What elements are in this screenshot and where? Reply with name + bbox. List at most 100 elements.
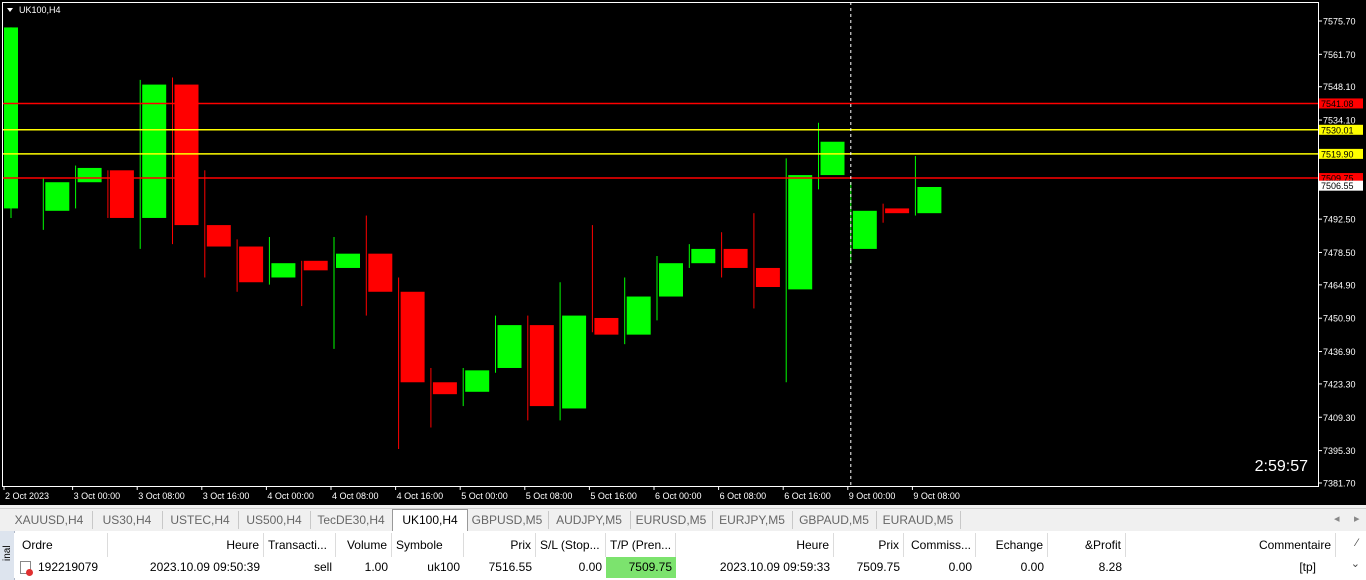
time-axis-label: 9 Oct 08:00 xyxy=(913,491,960,501)
col-header-comment[interactable]: Commentaire xyxy=(1126,533,1336,558)
tab-tecde30-h4[interactable]: TecDE30,H4 xyxy=(310,511,393,529)
price-axis-label: 7423.30 xyxy=(1323,379,1356,389)
candle-body xyxy=(206,225,231,247)
col-header-close-price[interactable]: Prix xyxy=(834,533,904,558)
price-axis-label: 7561.70 xyxy=(1323,50,1356,60)
history-header: Ordre Heure Transacti... Volume Symbole Prix S… xyxy=(14,533,1366,558)
cell-volume: 1.00 xyxy=(364,560,388,574)
candle-body xyxy=(626,296,651,335)
tab-us500-h4[interactable]: US500,H4 xyxy=(238,511,311,529)
candle-body xyxy=(691,248,716,264)
chart-tabs-bar: XAUUSD,H4 US30,H4 USTEC,H4 US500,H4 TecDE30,… xyxy=(0,508,1366,531)
cell-close-price: 7509.75 xyxy=(856,560,900,574)
price-axis-label: 7534.10 xyxy=(1323,116,1356,126)
candle-body xyxy=(788,175,813,290)
price-axis-label: 7548.10 xyxy=(1323,82,1356,92)
tab-xauusd-h4[interactable]: XAUUSD,H4 xyxy=(6,511,93,529)
candle-body xyxy=(45,182,70,211)
plot-frame xyxy=(2,2,1319,487)
cell-type: sell xyxy=(313,560,332,574)
tab-euraud-m5[interactable]: EURAUD,M5 xyxy=(876,511,961,529)
time-axis-label: 4 Oct 08:00 xyxy=(332,491,379,501)
chart-window[interactable]: UK100,H47575.707561.707548.107534.107520… xyxy=(0,0,1366,505)
col-header-take-profit[interactable]: T/P (Pren... xyxy=(606,533,676,558)
candle-body xyxy=(4,27,18,209)
time-axis-label: 6 Oct 08:00 xyxy=(720,491,767,501)
tab-audjpy-m5[interactable]: AUDJPY,M5 xyxy=(548,511,631,529)
bar-countdown: 2:59:57 xyxy=(1254,458,1308,475)
candle-body xyxy=(432,382,457,395)
col-header-type[interactable]: Transacti... xyxy=(264,533,336,558)
time-axis-label: 3 Oct 16:00 xyxy=(203,491,250,501)
level-price-label: 7530.01 xyxy=(1321,125,1354,135)
col-header-open-time[interactable]: Heure xyxy=(108,533,264,558)
candle-body xyxy=(465,370,490,392)
time-axis-label: 4 Oct 00:00 xyxy=(267,491,314,501)
time-axis-label: 5 Oct 00:00 xyxy=(461,491,508,501)
candle-body xyxy=(400,291,425,383)
cell-stop-loss: 0.00 xyxy=(578,560,602,574)
cell-profit: 8.28 xyxy=(1098,560,1122,574)
col-header-swap[interactable]: Echange xyxy=(976,533,1048,558)
time-axis-label: 2 Oct 2023 xyxy=(5,491,49,501)
price-axis-label: 7381.70 xyxy=(1323,479,1356,489)
cell-swap: 0.00 xyxy=(1020,560,1044,574)
col-header-commission[interactable]: Commiss... xyxy=(904,533,976,558)
time-axis-label: 9 Oct 00:00 xyxy=(849,491,896,501)
tab-gbpaud-m5[interactable]: GBPAUD,M5 xyxy=(792,511,877,529)
cell-open-price: 7516.55 xyxy=(488,560,532,574)
time-axis-label: 5 Oct 16:00 xyxy=(590,491,637,501)
cell-open-time: 2023.10.09 09:50:39 xyxy=(149,560,260,574)
candle-body xyxy=(497,325,522,368)
price-axis-label: 7478.50 xyxy=(1323,248,1356,258)
col-header-order[interactable]: Ordre xyxy=(14,533,108,558)
table-row[interactable]: 192219079 2023.10.09 09:50:39 sell 1.00 uk10… xyxy=(14,557,1366,578)
cell-take-profit: 7509.75 xyxy=(606,557,676,578)
price-axis-label: 7436.90 xyxy=(1323,347,1356,357)
candle-body xyxy=(529,325,554,407)
terminal-panel: inal Ordre Heure Transacti... Volume Symbole… xyxy=(0,531,1366,580)
scroll-up-icon[interactable]: ⁄ xyxy=(1356,537,1358,549)
candle-body xyxy=(917,186,942,214)
col-header-open-price[interactable]: Prix xyxy=(464,533,536,558)
price-axis-label: 7575.70 xyxy=(1323,17,1356,27)
cell-symbol: uk100 xyxy=(427,560,460,574)
candle-body xyxy=(336,253,360,268)
cell-comment: [tp] xyxy=(1299,560,1316,574)
price-axis-label: 7464.90 xyxy=(1323,280,1356,290)
candle-body xyxy=(755,267,780,288)
col-header-stop-loss[interactable]: S/L (Stop... xyxy=(536,533,606,558)
candle-body xyxy=(885,208,910,214)
level-price-label: 7519.90 xyxy=(1321,149,1354,159)
tab-ustec-h4[interactable]: USTEC,H4 xyxy=(162,511,239,529)
scroll-left-icon[interactable]: ◂ xyxy=(1334,512,1340,525)
tab-uk100-h4[interactable]: UK100,H4 xyxy=(392,509,468,531)
tab-gbpusd-m5[interactable]: GBPUSD,M5 xyxy=(466,511,549,529)
time-axis-label: 5 Oct 08:00 xyxy=(526,491,573,501)
chart-symbol-label: UK100,H4 xyxy=(19,5,61,15)
price-chart[interactable]: UK100,H47575.707561.707548.107534.107520… xyxy=(0,0,1366,505)
col-header-close-time[interactable]: Heure xyxy=(676,533,834,558)
scroll-right-icon[interactable]: ▸ xyxy=(1354,512,1360,525)
candle-body xyxy=(368,253,393,292)
bid-price-label: 7506.55 xyxy=(1321,181,1354,191)
col-header-profit[interactable]: &Profit xyxy=(1048,533,1126,558)
candle-body xyxy=(239,246,264,283)
candle-body xyxy=(852,210,877,249)
candle-body xyxy=(723,248,748,268)
col-header-symbol[interactable]: Symbole xyxy=(392,533,464,558)
tab-us30-h4[interactable]: US30,H4 xyxy=(92,511,163,529)
scroll-down-icon[interactable]: ⌄ xyxy=(1351,557,1360,570)
price-axis-label: 7450.90 xyxy=(1323,314,1356,324)
time-axis-label: 6 Oct 00:00 xyxy=(655,491,702,501)
candle-body xyxy=(820,141,845,176)
time-axis-label: 3 Oct 00:00 xyxy=(74,491,121,501)
col-header-volume[interactable]: Volume xyxy=(336,533,392,558)
candle-body xyxy=(303,260,328,271)
tab-eurjpy-m5[interactable]: EURJPY,M5 xyxy=(712,511,793,529)
terminal-side-label: inal xyxy=(0,531,15,580)
tab-eurusd-m5[interactable]: EURUSD,M5 xyxy=(630,511,713,529)
candle-body xyxy=(271,263,296,278)
candle-body xyxy=(659,263,683,297)
candle-body xyxy=(562,315,587,409)
